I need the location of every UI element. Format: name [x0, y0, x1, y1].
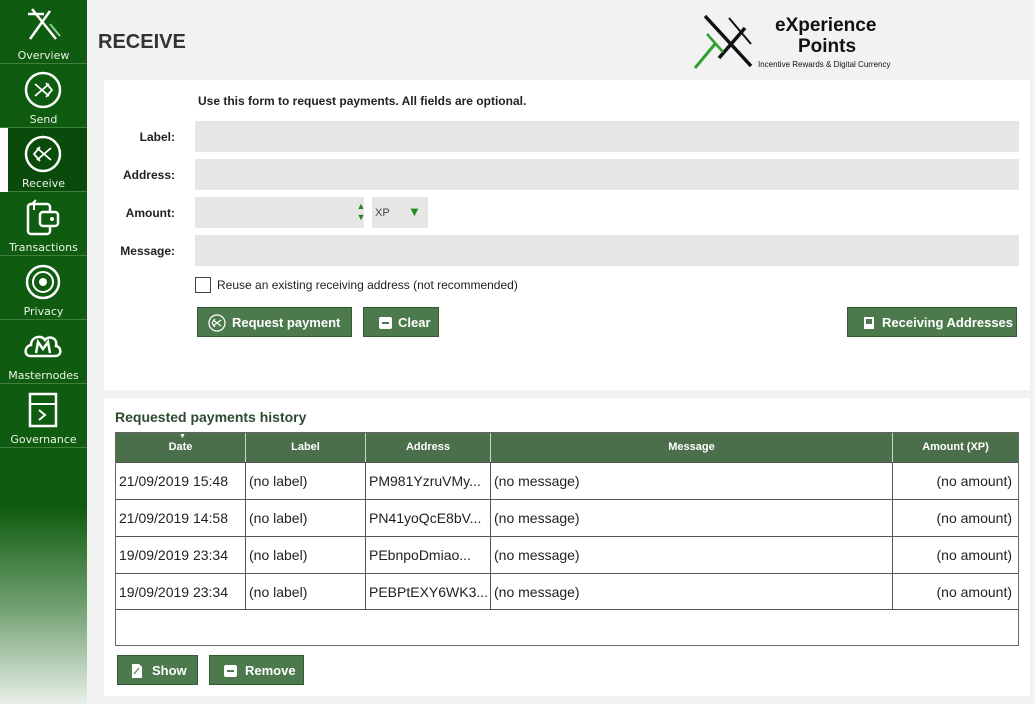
cell-label: (no label)	[246, 500, 366, 536]
request-payment-label: Request payment	[232, 315, 341, 330]
message-input[interactable]	[195, 235, 1019, 266]
governance-icon	[28, 392, 58, 428]
amount-field-label: Amount:	[125, 206, 175, 220]
spin-down-icon[interactable]: ▼	[356, 212, 366, 222]
brand-logo: eXperience Points Incentive Rewards & Di…	[693, 14, 913, 72]
table-row[interactable]: 21/09/2019 14:58 (no label) PN41yoQcE8bV…	[116, 499, 1018, 536]
logo-tagline: Incentive Rewards & Digital Currency	[758, 60, 891, 69]
reuse-address-label: Reuse an existing receiving address (not…	[217, 278, 518, 292]
message-field-label: Message:	[120, 244, 175, 258]
transactions-icon	[26, 199, 60, 236]
unit-select-value: XP	[375, 207, 390, 219]
cell-amount: (no amount)	[936, 584, 1012, 600]
clear-icon	[379, 317, 392, 329]
cell-address: PEbnpoDmiao...	[366, 537, 491, 573]
cell-label: (no label)	[246, 574, 366, 610]
history-table: ▼ Date Label Address Message Amount (XP)…	[115, 432, 1019, 646]
remove-icon	[224, 665, 237, 677]
column-header-amount[interactable]: Amount (XP)	[893, 433, 1018, 462]
sidebar-item-label: Privacy	[23, 305, 64, 318]
clear-button-label: Clear	[398, 315, 431, 330]
receiving-addresses-button[interactable]: Receiving Addresses	[847, 307, 1017, 337]
sidebar-item-label: Overview	[17, 49, 70, 62]
reuse-address-checkbox[interactable]	[195, 277, 211, 293]
receiving-addresses-label: Receiving Addresses	[882, 315, 1014, 330]
cell-address: PN41yoQcE8bV...	[366, 500, 491, 536]
cell-amount: (no amount)	[936, 547, 1012, 563]
table-row[interactable]: 19/09/2019 23:34 (no label) PEbnpoDmiao.…	[116, 536, 1018, 573]
cell-message: (no message)	[491, 574, 893, 610]
column-header-message[interactable]: Message	[491, 433, 893, 462]
cell-message: (no message)	[491, 537, 893, 573]
sidebar-item-label: Governance	[10, 433, 77, 446]
cell-date: 21/09/2019 15:48	[116, 463, 246, 499]
column-header-label[interactable]: Label	[246, 433, 366, 462]
table-row[interactable]: 19/09/2019 23:34 (no label) PEBPtEXY6WK3…	[116, 573, 1018, 610]
spin-up-icon[interactable]: ▲	[356, 201, 366, 211]
cell-label: (no label)	[246, 463, 366, 499]
show-button-label: Show	[152, 663, 187, 678]
cell-date: 19/09/2019 23:34	[116, 574, 246, 610]
sidebar-item-send[interactable]: Send	[0, 64, 87, 128]
cell-date: 19/09/2019 23:34	[116, 537, 246, 573]
column-header-date[interactable]: ▼ Date	[116, 433, 246, 462]
remove-button-label: Remove	[245, 663, 296, 678]
label-field-label: Label:	[139, 130, 175, 144]
cell-address: PM981YzruVMy...	[366, 463, 491, 499]
form-intro-text: Use this form to request payments. All f…	[198, 94, 527, 108]
cell-amount: (no amount)	[936, 473, 1012, 489]
address-input[interactable]	[195, 159, 1019, 190]
app-window: Overview Send Receive Transactions Priva…	[0, 0, 1035, 704]
cell-message: (no message)	[491, 463, 893, 499]
cell-amount: (no amount)	[936, 510, 1012, 526]
history-title: Requested payments history	[115, 409, 307, 425]
chevron-down-icon: ▼	[408, 204, 421, 219]
privacy-icon	[25, 264, 61, 300]
send-icon	[24, 71, 62, 109]
logo-text-line1: eXperience	[775, 15, 877, 36]
sidebar-item-overview[interactable]: Overview	[0, 0, 87, 64]
logo-text-line2: Points	[798, 36, 857, 57]
cell-label: (no label)	[246, 537, 366, 573]
unit-select[interactable]: XP ▼	[372, 197, 428, 228]
address-field-label: Address:	[122, 168, 175, 182]
sidebar: Overview Send Receive Transactions Priva…	[0, 0, 87, 704]
sidebar-item-governance[interactable]: Governance	[0, 384, 87, 448]
request-payment-button[interactable]: Request payment	[197, 307, 352, 337]
column-header-address[interactable]: Address	[366, 433, 491, 462]
document-icon	[132, 664, 142, 678]
masternodes-icon	[24, 335, 62, 358]
page-title: RECEIVE	[98, 31, 186, 53]
sidebar-item-receive[interactable]: Receive	[0, 128, 87, 192]
sidebar-item-label: Receive	[21, 177, 66, 190]
sidebar-item-label: Transactions	[9, 241, 78, 254]
address-book-icon	[864, 317, 874, 329]
clear-button[interactable]: Clear	[363, 307, 439, 337]
amount-input[interactable]	[195, 197, 364, 228]
remove-button[interactable]: Remove	[209, 655, 304, 685]
cell-date: 21/09/2019 14:58	[116, 500, 246, 536]
sidebar-item-label: Masternodes	[8, 369, 79, 382]
receive-icon	[24, 135, 62, 173]
overview-icon	[28, 8, 61, 40]
receive-icon	[208, 314, 226, 332]
sidebar-item-privacy[interactable]: Privacy	[0, 256, 87, 320]
show-button[interactable]: Show	[117, 655, 198, 685]
table-row[interactable]: 21/09/2019 15:48 (no label) PM981YzruVMy…	[116, 462, 1018, 499]
table-header: ▼ Date Label Address Message Amount (XP)	[116, 433, 1018, 462]
cell-address: PEBPtEXY6WK3...	[366, 574, 491, 610]
sidebar-item-masternodes[interactable]: Masternodes	[0, 320, 87, 384]
logo-mark-icon	[693, 14, 753, 69]
sidebar-item-transactions[interactable]: Transactions	[0, 192, 87, 256]
request-form-panel: Use this form to request payments. All f…	[104, 80, 1030, 390]
sidebar-item-label: Send	[29, 113, 58, 126]
cell-message: (no message)	[491, 500, 893, 536]
label-input[interactable]	[195, 121, 1019, 152]
sort-desc-icon: ▼	[179, 433, 186, 440]
payment-history-panel: Requested payments history ▼ Date Label …	[104, 398, 1030, 696]
